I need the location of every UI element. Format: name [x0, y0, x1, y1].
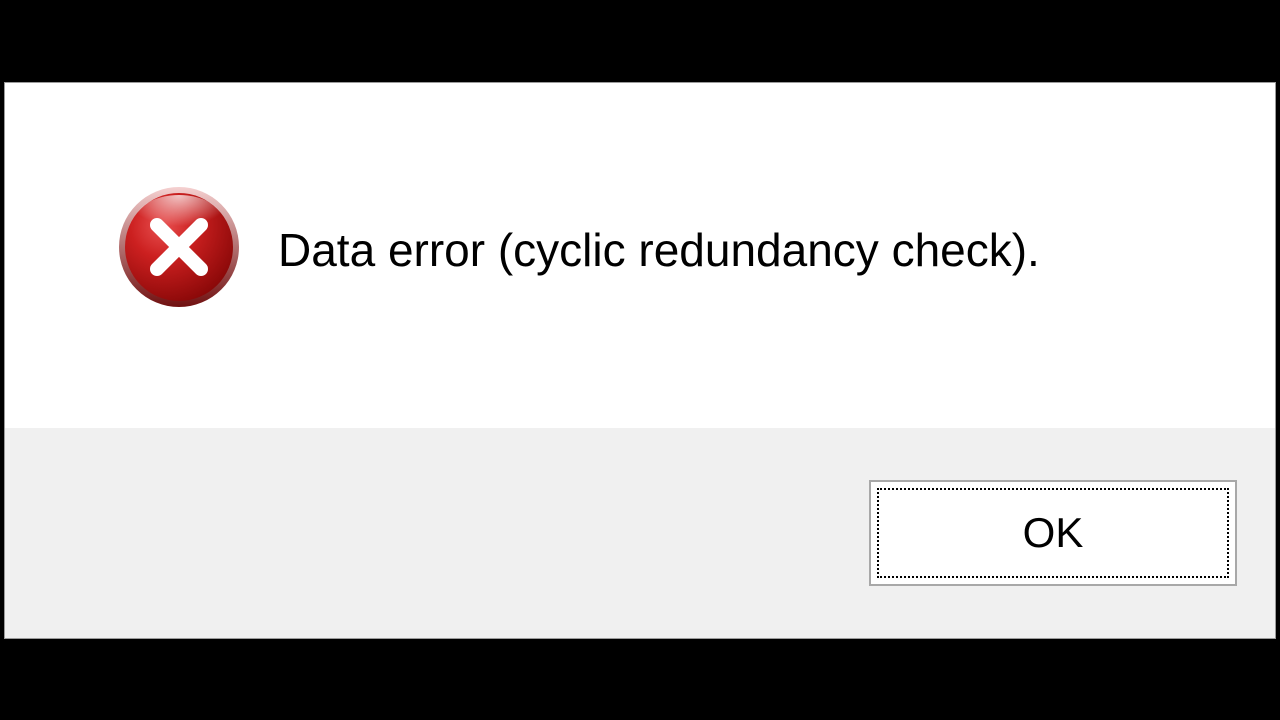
dialog-content: Data error (cyclic redundancy check). [5, 83, 1275, 428]
error-dialog: Data error (cyclic redundancy check). OK [4, 82, 1276, 639]
ok-button-label: OK [1023, 509, 1084, 557]
error-icon [115, 183, 243, 311]
dialog-button-area: OK [5, 428, 1275, 638]
error-message: Data error (cyclic redundancy check). [278, 183, 1040, 277]
ok-button[interactable]: OK [869, 480, 1237, 586]
